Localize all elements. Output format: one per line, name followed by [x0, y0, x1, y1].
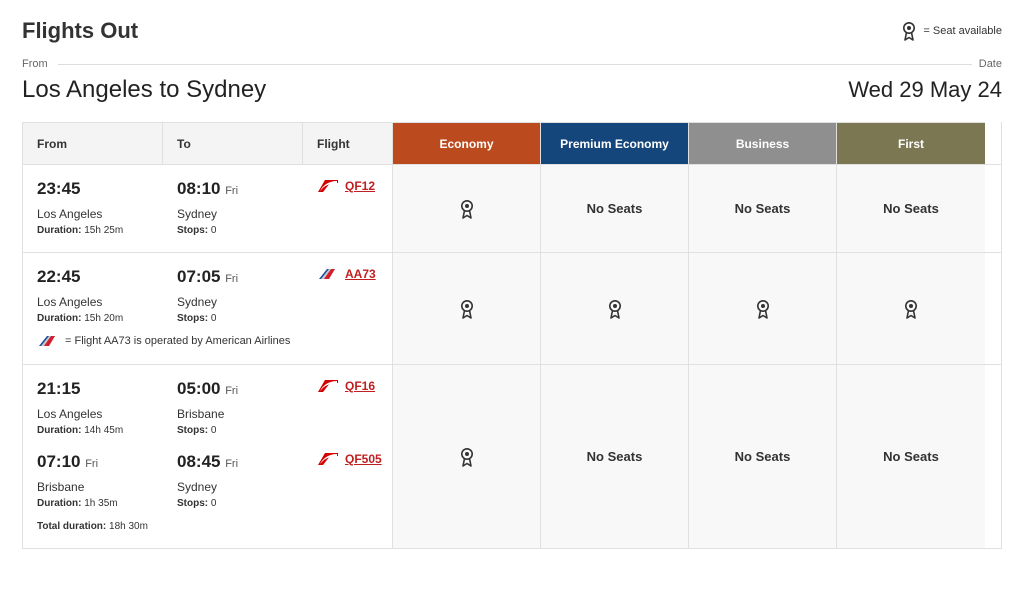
- arr-time: 05:00 Fri: [177, 379, 317, 399]
- date-label: Date: [975, 58, 1002, 70]
- stops: Stops: 0: [177, 425, 317, 436]
- from-label: From: [22, 58, 52, 70]
- award-icon: [903, 299, 919, 319]
- seat-legend-text: = Seat available: [923, 25, 1002, 37]
- dep-city: Los Angeles: [37, 295, 177, 309]
- flight-details: 22:45 Los Angeles Duration: 15h 20m 07:05 F…: [23, 253, 393, 364]
- no-seats-text: No Seats: [587, 449, 643, 464]
- flight-segment: 21:15 Los Angeles Duration: 14h 45m 05:00 F…: [37, 379, 378, 436]
- flight-details: 23:45 Los Angeles Duration: 15h 25m 08:10 F…: [23, 165, 393, 252]
- avail-first[interactable]: [837, 253, 985, 364]
- seat-legend: = Seat available: [901, 21, 1002, 41]
- award-icon: [459, 447, 475, 467]
- arr-time: 08:10 Fri: [177, 179, 317, 199]
- route-text: Los Angeles to Sydney: [22, 76, 266, 104]
- avail-business: No Seats: [689, 365, 837, 548]
- avail-economy[interactable]: [393, 365, 541, 548]
- qantas-tail-icon: [317, 379, 339, 393]
- flight-segment: 23:45 Los Angeles Duration: 15h 25m 08:10 F…: [37, 179, 378, 236]
- dep-city: Brisbane: [37, 480, 177, 494]
- avail-economy[interactable]: [393, 165, 541, 252]
- col-economy[interactable]: Economy: [393, 122, 541, 164]
- col-business[interactable]: Business: [689, 122, 837, 164]
- award-icon: [459, 299, 475, 319]
- dep-time: 22:45: [37, 267, 177, 287]
- operated-by-note: = Flight AA73 is operated by American Ai…: [37, 334, 378, 348]
- avail-economy[interactable]: [393, 253, 541, 364]
- flight-row: 22:45 Los Angeles Duration: 15h 20m 07:05 F…: [23, 252, 1001, 364]
- flight-number-link[interactable]: QF505: [345, 452, 382, 466]
- dep-city: Los Angeles: [37, 407, 177, 421]
- avail-first: No Seats: [837, 365, 985, 548]
- flight-number-link[interactable]: QF12: [345, 179, 375, 193]
- avail-first: No Seats: [837, 165, 985, 252]
- no-seats-text: No Seats: [587, 201, 643, 216]
- avail-premium: No Seats: [541, 165, 689, 252]
- flight-number: AA73: [317, 267, 378, 281]
- flights-grid: From To Flight Economy Premium Economy B…: [22, 122, 1002, 549]
- col-flight: Flight: [303, 122, 393, 164]
- qantas-tail-icon: [317, 179, 339, 193]
- flight-row: 21:15 Los Angeles Duration: 14h 45m 05:00 F…: [23, 364, 1001, 548]
- dep-city: Los Angeles: [37, 207, 177, 221]
- stops: Stops: 0: [177, 498, 317, 509]
- col-first[interactable]: First: [837, 122, 985, 164]
- duration: Duration: 1h 35m: [37, 498, 177, 509]
- award-icon: [901, 21, 917, 41]
- col-premium[interactable]: Premium Economy: [541, 122, 689, 164]
- duration: Duration: 14h 45m: [37, 425, 177, 436]
- col-to: To: [163, 122, 303, 164]
- flight-number-link[interactable]: QF16: [345, 379, 375, 393]
- no-seats-text: No Seats: [883, 201, 939, 216]
- aa-tail-icon: [37, 334, 59, 348]
- arr-time: 07:05 Fri: [177, 267, 317, 287]
- avail-premium: No Seats: [541, 365, 689, 548]
- award-icon: [755, 299, 771, 319]
- dep-time: 23:45: [37, 179, 177, 199]
- award-icon: [459, 199, 475, 219]
- page-title: Flights Out: [22, 18, 138, 44]
- duration: Duration: 15h 20m: [37, 313, 177, 324]
- flight-number: QF16: [317, 379, 378, 393]
- flight-segment: 22:45 Los Angeles Duration: 15h 20m 07:05 F…: [37, 267, 378, 324]
- no-seats-text: No Seats: [883, 449, 939, 464]
- aa-tail-icon: [317, 267, 339, 281]
- avail-premium[interactable]: [541, 253, 689, 364]
- dep-time: 21:15: [37, 379, 177, 399]
- dep-time: 07:10 Fri: [37, 452, 177, 472]
- flight-number: QF12: [317, 179, 378, 193]
- no-seats-text: No Seats: [735, 449, 791, 464]
- stops: Stops: 0: [177, 225, 317, 236]
- flight-row: 23:45 Los Angeles Duration: 15h 25m 08:10 F…: [23, 164, 1001, 252]
- avail-business[interactable]: [689, 253, 837, 364]
- arr-city: Sydney: [177, 480, 317, 494]
- arr-city: Brisbane: [177, 407, 317, 421]
- flight-number-link[interactable]: AA73: [345, 267, 376, 281]
- flight-details: 21:15 Los Angeles Duration: 14h 45m 05:00 F…: [23, 365, 393, 548]
- arr-city: Sydney: [177, 207, 317, 221]
- total-duration: Total duration: 18h 30m: [37, 521, 378, 532]
- avail-business: No Seats: [689, 165, 837, 252]
- duration: Duration: 15h 25m: [37, 225, 177, 236]
- arr-time: 08:45 Fri: [177, 452, 317, 472]
- arr-city: Sydney: [177, 295, 317, 309]
- stops: Stops: 0: [177, 313, 317, 324]
- flight-number: QF505: [317, 452, 382, 466]
- flight-segment: 07:10 Fri Brisbane Duration: 1h 35m 08:45 F…: [37, 452, 378, 509]
- date-text: Wed 29 May 24: [848, 77, 1002, 103]
- col-from: From: [23, 122, 163, 164]
- qantas-tail-icon: [317, 452, 339, 466]
- award-icon: [607, 299, 623, 319]
- no-seats-text: No Seats: [735, 201, 791, 216]
